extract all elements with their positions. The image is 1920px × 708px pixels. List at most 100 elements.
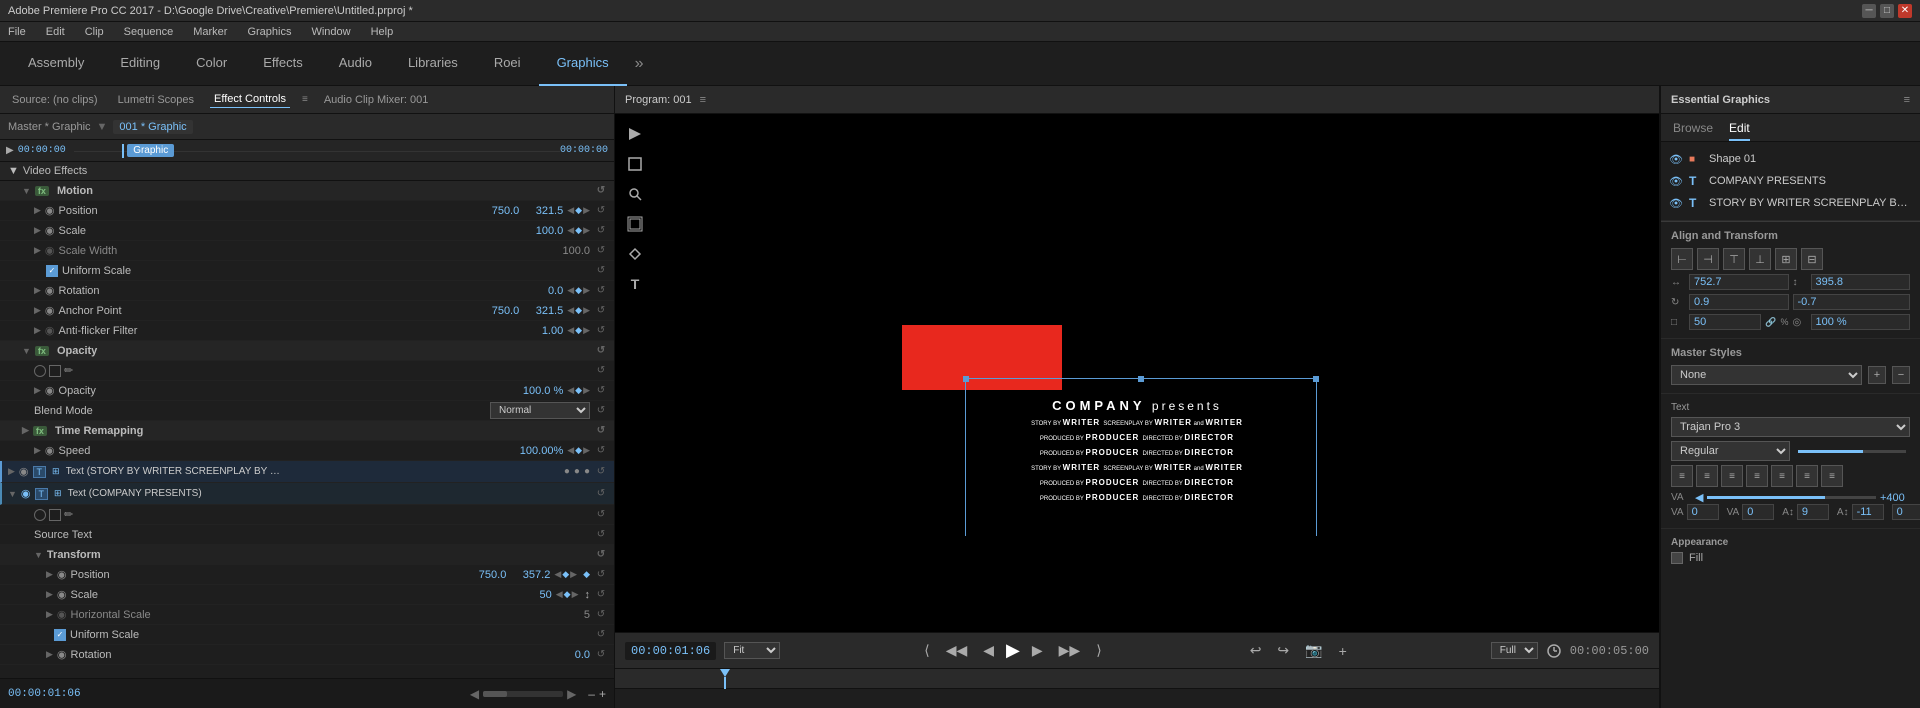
shapes-reset[interactable]: ↺ [594, 365, 608, 376]
motion-toggle[interactable]: ▼ [22, 186, 31, 196]
align-bot-text-btn[interactable]: ≡ [1821, 465, 1843, 487]
tr2-anim-icon[interactable]: ◉ [57, 648, 67, 661]
opacity-group-reset[interactable]: ↺ [594, 345, 608, 356]
master-styles-select[interactable]: None [1671, 365, 1862, 385]
tab-effects[interactable]: Effects [245, 42, 321, 86]
tp-kf-diamond[interactable]: ◆ [583, 569, 590, 580]
kern-neg-val[interactable]: -11 [1852, 504, 1884, 520]
tl2-eye[interactable]: ◉ [21, 487, 31, 500]
eg-menu-btn[interactable]: ≡ [1904, 94, 1910, 106]
text-layer-2-name[interactable]: Text (COMPANY PRESENTS) [68, 488, 590, 499]
tp-kf-next[interactable]: ▶ [570, 569, 577, 580]
tab-assembly[interactable]: Assembly [10, 42, 102, 86]
speed-kf-next[interactable]: ▶ [583, 445, 590, 456]
transform-toggle[interactable]: ▼ [34, 550, 43, 560]
transform-pos-y[interactable]: 357.2 [510, 569, 550, 581]
ap-reset[interactable]: ↺ [594, 305, 608, 316]
position-x[interactable]: 750.0 [469, 205, 519, 217]
opacity-group[interactable]: ▼ fx Opacity ↺ [0, 341, 614, 361]
layer-eye-shape01[interactable]: 👁 [1669, 153, 1683, 166]
kern-a-val[interactable]: 9 [1797, 504, 1829, 520]
tl2-rect-btn[interactable] [49, 509, 61, 521]
align-left-btn[interactable]: ⊢ [1671, 248, 1693, 270]
motion-reset[interactable]: ↺ [594, 185, 608, 196]
tl1-reset[interactable]: ↺ [594, 466, 608, 477]
add-marker-btn[interactable]: + [1335, 641, 1351, 661]
layer-shape01[interactable]: 👁 ■ Shape 01 [1661, 148, 1920, 170]
tab-audio[interactable]: Audio [321, 42, 390, 86]
rot-anim-icon[interactable]: ◉ [45, 284, 55, 297]
scrubber-track[interactable] [615, 689, 1659, 708]
scale-kf-next[interactable]: ▶ [583, 225, 590, 236]
tr2-reset[interactable]: ↺ [594, 649, 608, 660]
rotation-val[interactable]: 0.0 [513, 285, 563, 297]
position-reset[interactable]: ↺ [594, 205, 608, 216]
font-style-select[interactable]: Regular Bold Italic [1671, 441, 1790, 461]
resolution-select[interactable]: Full 1/2 1/4 [1491, 642, 1538, 659]
tracking-slider[interactable] [1707, 496, 1876, 499]
minimize-button[interactable]: ─ [1862, 4, 1876, 18]
tp-reset[interactable]: ↺ [594, 569, 608, 580]
transform-reset[interactable]: ↺ [594, 549, 608, 560]
align-right-text-btn[interactable]: ≡ [1721, 465, 1743, 487]
rot-kf-next[interactable]: ▶ [583, 285, 590, 296]
monitor-timecode[interactable]: 00:00:01:06 [625, 642, 716, 660]
position-kf-next[interactable]: ▶ [583, 205, 590, 216]
safe-margin-btn[interactable] [623, 212, 647, 236]
step-fwd-btn[interactable]: ▶▶ [1055, 640, 1085, 661]
circle-shape-btn[interactable] [34, 365, 46, 377]
tp-kf-add[interactable]: ◆ [562, 569, 569, 580]
speed-reset[interactable]: ↺ [594, 445, 608, 456]
tl1-eye[interactable]: ◉ [19, 465, 29, 478]
tl2-toggle[interactable]: ▼ [8, 489, 17, 499]
speed-anim-icon[interactable]: ◉ [45, 444, 55, 457]
blend-reset[interactable]: ↺ [594, 405, 608, 416]
tp-expand[interactable]: ▶ [46, 569, 53, 580]
hs-expand[interactable]: ▶ [46, 609, 53, 620]
scale-reset[interactable]: ↺ [594, 225, 608, 236]
position-y[interactable]: 321.5 [523, 205, 563, 217]
crop-btn[interactable] [623, 152, 647, 176]
scale-anim-icon[interactable]: ◉ [45, 224, 55, 237]
transform-rotation-val[interactable]: 0.0 [540, 649, 590, 661]
rect-shape-btn[interactable] [49, 365, 61, 377]
tab-source[interactable]: Source: (no clips) [8, 92, 102, 108]
pen-shape-btn[interactable]: ✏ [64, 364, 73, 377]
opacity-kf-prev[interactable]: ◀ [567, 385, 574, 396]
scale-kf-add[interactable]: ◆ [575, 225, 582, 236]
ts-kf-add[interactable]: ◆ [564, 589, 571, 600]
ap-y[interactable]: 321.5 [523, 305, 563, 317]
tr-reset[interactable]: ↺ [594, 425, 608, 436]
menu-file[interactable]: File [4, 26, 30, 38]
ts-kf-prev[interactable]: ◀ [556, 589, 563, 600]
tracking-val[interactable]: +400 [1880, 492, 1910, 504]
scale-val[interactable]: 100.0 [513, 225, 563, 237]
ap-kf-prev[interactable]: ◀ [567, 305, 574, 316]
aff-reset[interactable]: ↺ [594, 325, 608, 336]
opacity-kf-add[interactable]: ◆ [575, 385, 582, 396]
font-select[interactable]: Trajan Pro 3 [1671, 417, 1910, 437]
maximize-button[interactable]: □ [1880, 4, 1894, 18]
tab-effect-controls[interactable]: Effect Controls [210, 91, 290, 108]
tr2-expand[interactable]: ▶ [46, 649, 53, 660]
tab-audio-mixer[interactable]: Audio Clip Mixer: 001 [320, 92, 433, 108]
uniform-scale-checkbox[interactable]: ✓ [46, 265, 58, 277]
play-pause-btn[interactable]: ▶ [1006, 640, 1020, 661]
kern-va2-val[interactable]: 0 [1742, 504, 1774, 520]
tp-anim-icon[interactable]: ◉ [57, 568, 67, 581]
transform-group[interactable]: ▼ Transform ↺ [0, 545, 614, 565]
delete-style-btn[interactable]: − [1892, 366, 1910, 384]
marker-in-btn[interactable] [623, 122, 647, 146]
uniform-scale-2-checkbox[interactable]: ✓ [54, 629, 66, 641]
motion-group[interactable]: ▼ fx Motion ↺ [0, 181, 614, 201]
source-text-reset[interactable]: ↺ [594, 529, 608, 540]
zoom-in-icon[interactable]: + [599, 687, 606, 701]
next-frame-btn[interactable]: ▶ [1028, 640, 1047, 661]
transform-rot2-val[interactable]: -0.7 [1793, 294, 1911, 310]
aff-val[interactable]: 1.00 [513, 325, 563, 337]
step-back-btn[interactable]: ◀◀ [942, 640, 972, 661]
speed-expand[interactable]: ▶ [34, 445, 41, 456]
menu-help[interactable]: Help [367, 26, 398, 38]
ap-anim-icon[interactable]: ◉ [45, 304, 55, 317]
text-layer-credits[interactable]: ▶ ◉ T ⊞ Text (STORY BY WRITER SCREENPLAY… [0, 461, 614, 483]
